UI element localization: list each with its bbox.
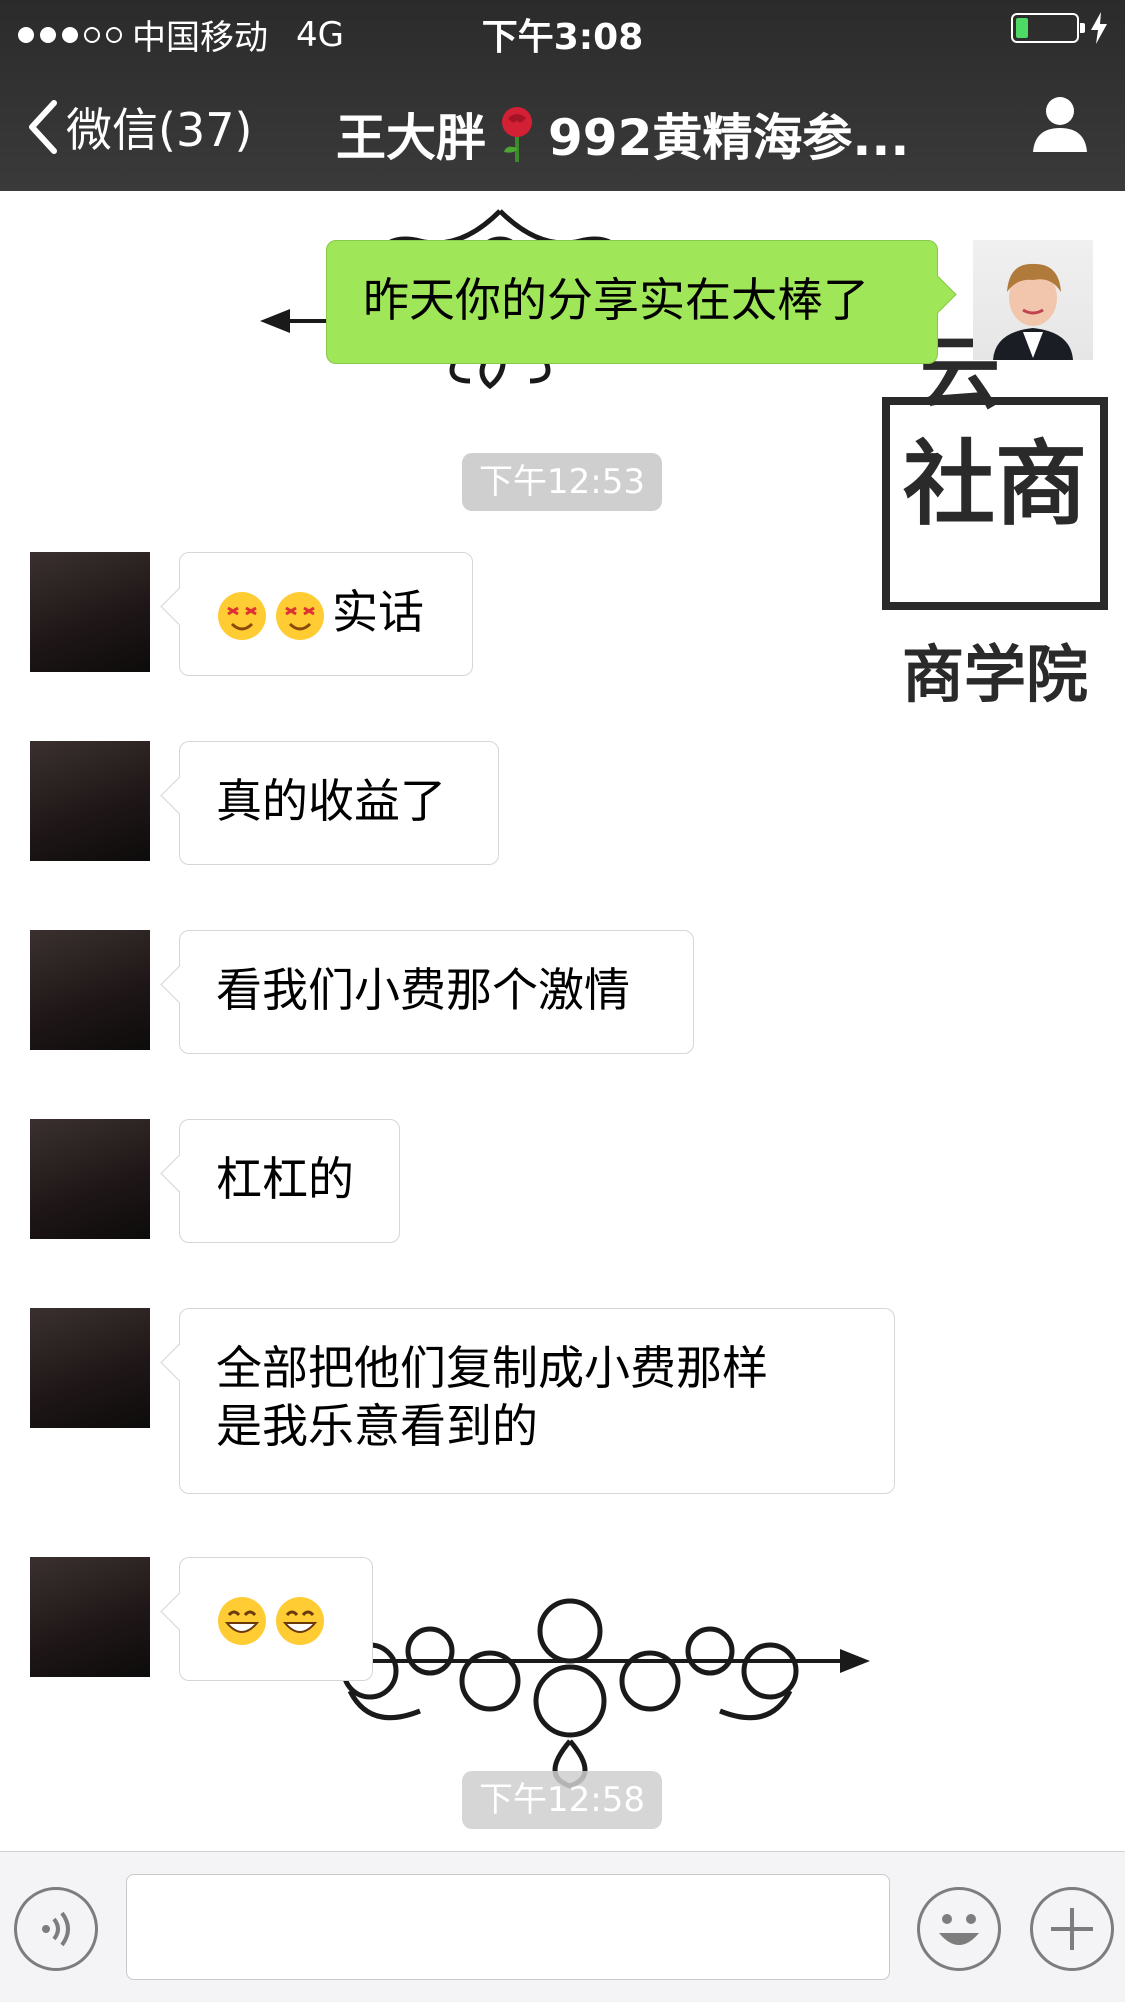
chat-info-person-icon[interactable]: [1031, 94, 1089, 152]
contact-avatar[interactable]: [30, 1119, 150, 1239]
contact-avatar[interactable]: [30, 1308, 150, 1428]
grinning-face-emoji: [276, 1596, 324, 1645]
message-text: 杠杠的: [216, 1152, 354, 1206]
message-text-line: 全部把他们复制成小费那样: [216, 1341, 768, 1395]
incoming-message-bubble[interactable]: 看我们小费那个激情: [179, 930, 694, 1054]
avatar-portrait: [993, 263, 1073, 360]
timestamp-divider: 下午12:53: [462, 453, 662, 511]
contact-avatar[interactable]: [30, 930, 150, 1050]
message-text-line: 是我乐意看到的: [216, 1399, 538, 1453]
message-text: 昨天你的分享实在太棒了: [363, 273, 869, 327]
incoming-message-bubble[interactable]: 全部把他们复制成小费那样 是我乐意看到的: [179, 1308, 895, 1494]
input-toolbar: [0, 1851, 1125, 2002]
incoming-message-bubble[interactable]: [179, 1557, 373, 1681]
grinning-face-emoji: [218, 1596, 266, 1645]
watermark-sub-text: 商学院: [902, 638, 1088, 711]
plus-icon: [1051, 1908, 1093, 1950]
incoming-message-bubble[interactable]: 杠杠的: [179, 1119, 400, 1243]
charging-bolt-icon: [1091, 12, 1107, 44]
chat-title: 王大胖 992黄精海参...: [336, 98, 909, 170]
top-bar: 中国移动 4G 下午3:08 微信(37) 王大胖 992黄精海参...: [0, 0, 1125, 191]
navigation-bar: 微信(37) 王大胖 992黄精海参...: [0, 60, 1125, 191]
rose-emoji: [502, 107, 532, 162]
contact-avatar[interactable]: [30, 741, 150, 861]
voice-input-button[interactable]: [14, 1887, 98, 1971]
logo-watermark: 社商 云 商学院: [882, 327, 1108, 711]
emoji-picker-button[interactable]: [917, 1887, 1001, 1971]
back-label: 微信(37): [66, 103, 253, 157]
more-actions-button[interactable]: [1030, 1887, 1114, 1971]
my-avatar[interactable]: [973, 240, 1093, 360]
message-text: 实话: [332, 585, 424, 639]
status-bar: 中国移动 4G 下午3:08: [0, 0, 1125, 60]
chat-message-list[interactable]: 社商 云 商学院 昨天你的分享实在太棒了 下午12:53 实话 真的收益了 看我…: [0, 191, 1125, 1851]
outgoing-message-bubble[interactable]: 昨天你的分享实在太棒了: [326, 240, 938, 364]
status-time: 下午3:08: [481, 17, 644, 58]
back-button[interactable]: 微信(37): [24, 94, 252, 160]
message-text: 真的收益了: [216, 774, 446, 828]
battery-icon: [1011, 13, 1085, 43]
message-input[interactable]: [126, 1874, 890, 1980]
dizzy-face-emoji: [276, 591, 324, 640]
contact-avatar[interactable]: [30, 1557, 150, 1677]
smiley-icon: [939, 1914, 979, 1945]
chevron-left-icon: [29, 100, 57, 154]
watermark-logo-text: 社商: [903, 431, 1087, 538]
timestamp-divider: 下午12:58: [462, 1771, 662, 1829]
ornament-watermark-bottom: [310, 1598, 870, 1789]
incoming-message-bubble[interactable]: 实话: [179, 552, 473, 676]
incoming-message-bubble[interactable]: 真的收益了: [179, 741, 499, 865]
chat-title-group: 992黄精海参...: [548, 109, 910, 167]
chat-title-name: 王大胖: [336, 109, 486, 167]
message-text: 看我们小费那个激情: [216, 963, 630, 1017]
voice-wave-icon: [42, 1911, 70, 1947]
contact-avatar[interactable]: [30, 552, 150, 672]
dizzy-face-emoji: [218, 591, 266, 640]
